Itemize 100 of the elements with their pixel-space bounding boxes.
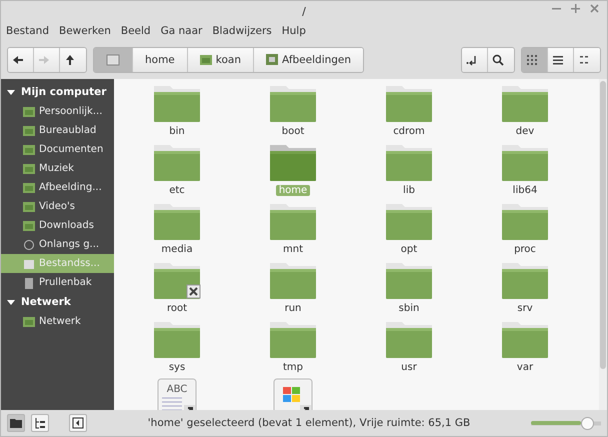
file-name[interactable]: media bbox=[158, 244, 196, 255]
window-title: / bbox=[302, 4, 306, 18]
file-name[interactable]: srv bbox=[514, 303, 536, 314]
menu-item[interactable]: Bestand bbox=[6, 25, 50, 37]
breadcrumb-button[interactable]: koan bbox=[188, 48, 254, 72]
folder-icon[interactable] bbox=[385, 83, 433, 123]
expander-icon[interactable] bbox=[7, 298, 15, 306]
folder-icon[interactable] bbox=[501, 260, 549, 300]
folder-icon bbox=[23, 200, 35, 212]
file-name[interactable]: usr bbox=[398, 362, 420, 373]
menu-item[interactable]: Bewerken bbox=[59, 25, 111, 37]
pictures-folder-icon bbox=[266, 54, 278, 66]
tree-button[interactable] bbox=[31, 414, 49, 432]
breadcrumb-button[interactable]: Afbeeldingen bbox=[254, 48, 364, 72]
file-name[interactable]: root bbox=[164, 303, 190, 314]
up-arrow-icon bbox=[64, 54, 76, 66]
hide-sidebar-button[interactable] bbox=[69, 414, 87, 432]
toggle-location-button[interactable] bbox=[462, 48, 488, 72]
folder-icon bbox=[200, 54, 212, 66]
sidebar-toggle-icon bbox=[72, 417, 84, 429]
folder-icon[interactable] bbox=[385, 142, 433, 182]
expander-icon[interactable] bbox=[7, 88, 15, 96]
folder-icon[interactable] bbox=[501, 201, 549, 241]
trash-icon bbox=[23, 276, 35, 288]
folder-icon[interactable] bbox=[501, 142, 549, 182]
file-name[interactable]: var bbox=[514, 362, 536, 373]
tree-icon bbox=[34, 417, 46, 429]
list-view-button[interactable] bbox=[548, 48, 574, 72]
folder-icon[interactable] bbox=[269, 201, 317, 241]
file-name[interactable]: etc bbox=[166, 185, 188, 196]
close-icon bbox=[590, 4, 599, 13]
sidebar-item[interactable]: Afbeelding... bbox=[1, 178, 114, 197]
scrollbar-thumb[interactable] bbox=[600, 81, 606, 369]
sidebar-item[interactable]: Prullenbak bbox=[1, 273, 114, 292]
folder-icon bbox=[23, 182, 35, 194]
sidebar-item[interactable]: Onlangs g... bbox=[1, 235, 114, 254]
folder-icon[interactable] bbox=[269, 260, 317, 300]
icons-view-icon bbox=[526, 54, 538, 66]
folder-icon[interactable] bbox=[269, 83, 317, 123]
search-icon bbox=[492, 54, 504, 66]
sidebar-item[interactable]: Video's bbox=[1, 197, 114, 216]
file-name[interactable]: mnt bbox=[280, 244, 306, 255]
file-name[interactable]: bin bbox=[166, 126, 188, 137]
search-button[interactable] bbox=[488, 48, 514, 72]
drive-icon bbox=[106, 53, 120, 67]
compact-view-button[interactable] bbox=[574, 48, 600, 72]
folder-icon[interactable] bbox=[385, 201, 433, 241]
zoom-slider-thumb[interactable] bbox=[581, 416, 594, 430]
windows-link-icon[interactable] bbox=[273, 378, 313, 410]
file-name[interactable]: run bbox=[282, 303, 304, 314]
folder-icon[interactable] bbox=[153, 201, 201, 241]
sidebar-item[interactable]: Persoonlijk... bbox=[1, 102, 114, 121]
file-name[interactable]: cdrom bbox=[390, 126, 428, 137]
menu-item[interactable]: Hulp bbox=[282, 25, 306, 37]
locked-folder-icon[interactable] bbox=[153, 260, 201, 300]
sidebar-item[interactable]: Netwerk bbox=[1, 312, 114, 331]
menu-item[interactable]: Ga naar bbox=[160, 25, 202, 37]
back-arrow-icon bbox=[12, 54, 24, 66]
file-name[interactable]: boot bbox=[278, 126, 308, 137]
sidebar-item[interactable]: Bureaublad bbox=[1, 121, 114, 140]
folder-icon[interactable] bbox=[153, 83, 201, 123]
folder-icon[interactable] bbox=[153, 142, 201, 182]
folder-icon[interactable] bbox=[501, 83, 549, 123]
file-name[interactable]: lib64 bbox=[510, 185, 540, 196]
folder-icon bbox=[23, 162, 35, 174]
file-name[interactable]: sys bbox=[166, 362, 188, 373]
folder-icon[interactable] bbox=[385, 260, 433, 300]
folder-icon[interactable] bbox=[501, 319, 549, 359]
file-name[interactable]: tmp bbox=[280, 362, 306, 373]
clock-icon bbox=[23, 238, 35, 250]
menu-item[interactable]: Beeld bbox=[120, 25, 151, 37]
sidebar-item[interactable]: Downloads bbox=[1, 216, 114, 235]
status-text: 'home' geselecteerd (bevat 1 element), Vrije ruimte: 65,1 GB bbox=[146, 417, 472, 429]
text-file-link-icon[interactable]: ABC bbox=[157, 378, 197, 410]
folder-icon bbox=[23, 124, 35, 136]
folder-icon[interactable] bbox=[269, 142, 317, 182]
folder-icon bbox=[23, 316, 35, 328]
file-name[interactable]: lib bbox=[400, 185, 418, 196]
drive-icon bbox=[23, 258, 35, 270]
up-button[interactable] bbox=[60, 48, 86, 72]
breadcrumb-button[interactable] bbox=[94, 48, 133, 72]
menu-item[interactable]: Bladwijzers bbox=[212, 25, 272, 37]
places-button[interactable] bbox=[7, 414, 25, 432]
folder-icon bbox=[23, 144, 35, 156]
folder-icon[interactable] bbox=[153, 319, 201, 359]
breadcrumb-button[interactable]: home bbox=[133, 48, 188, 72]
list-view-icon bbox=[552, 54, 564, 66]
sidebar-item[interactable]: Muziek bbox=[1, 159, 114, 178]
folder-icon[interactable] bbox=[269, 319, 317, 359]
icons-view-button[interactable] bbox=[522, 48, 548, 72]
back-button[interactable] bbox=[8, 48, 34, 72]
folder-icon[interactable] bbox=[385, 319, 433, 359]
file-name[interactable]: proc bbox=[511, 244, 539, 255]
folder-icon bbox=[10, 417, 22, 429]
file-name[interactable]: sbin bbox=[396, 303, 422, 314]
sidebar-item[interactable]: Documenten bbox=[1, 140, 114, 159]
file-name[interactable]: opt bbox=[398, 244, 420, 255]
sidebar-heading[interactable]: Netwerk bbox=[21, 296, 71, 308]
sidebar-heading[interactable]: Mijn computer bbox=[21, 86, 106, 98]
file-name[interactable]: dev bbox=[512, 126, 538, 137]
